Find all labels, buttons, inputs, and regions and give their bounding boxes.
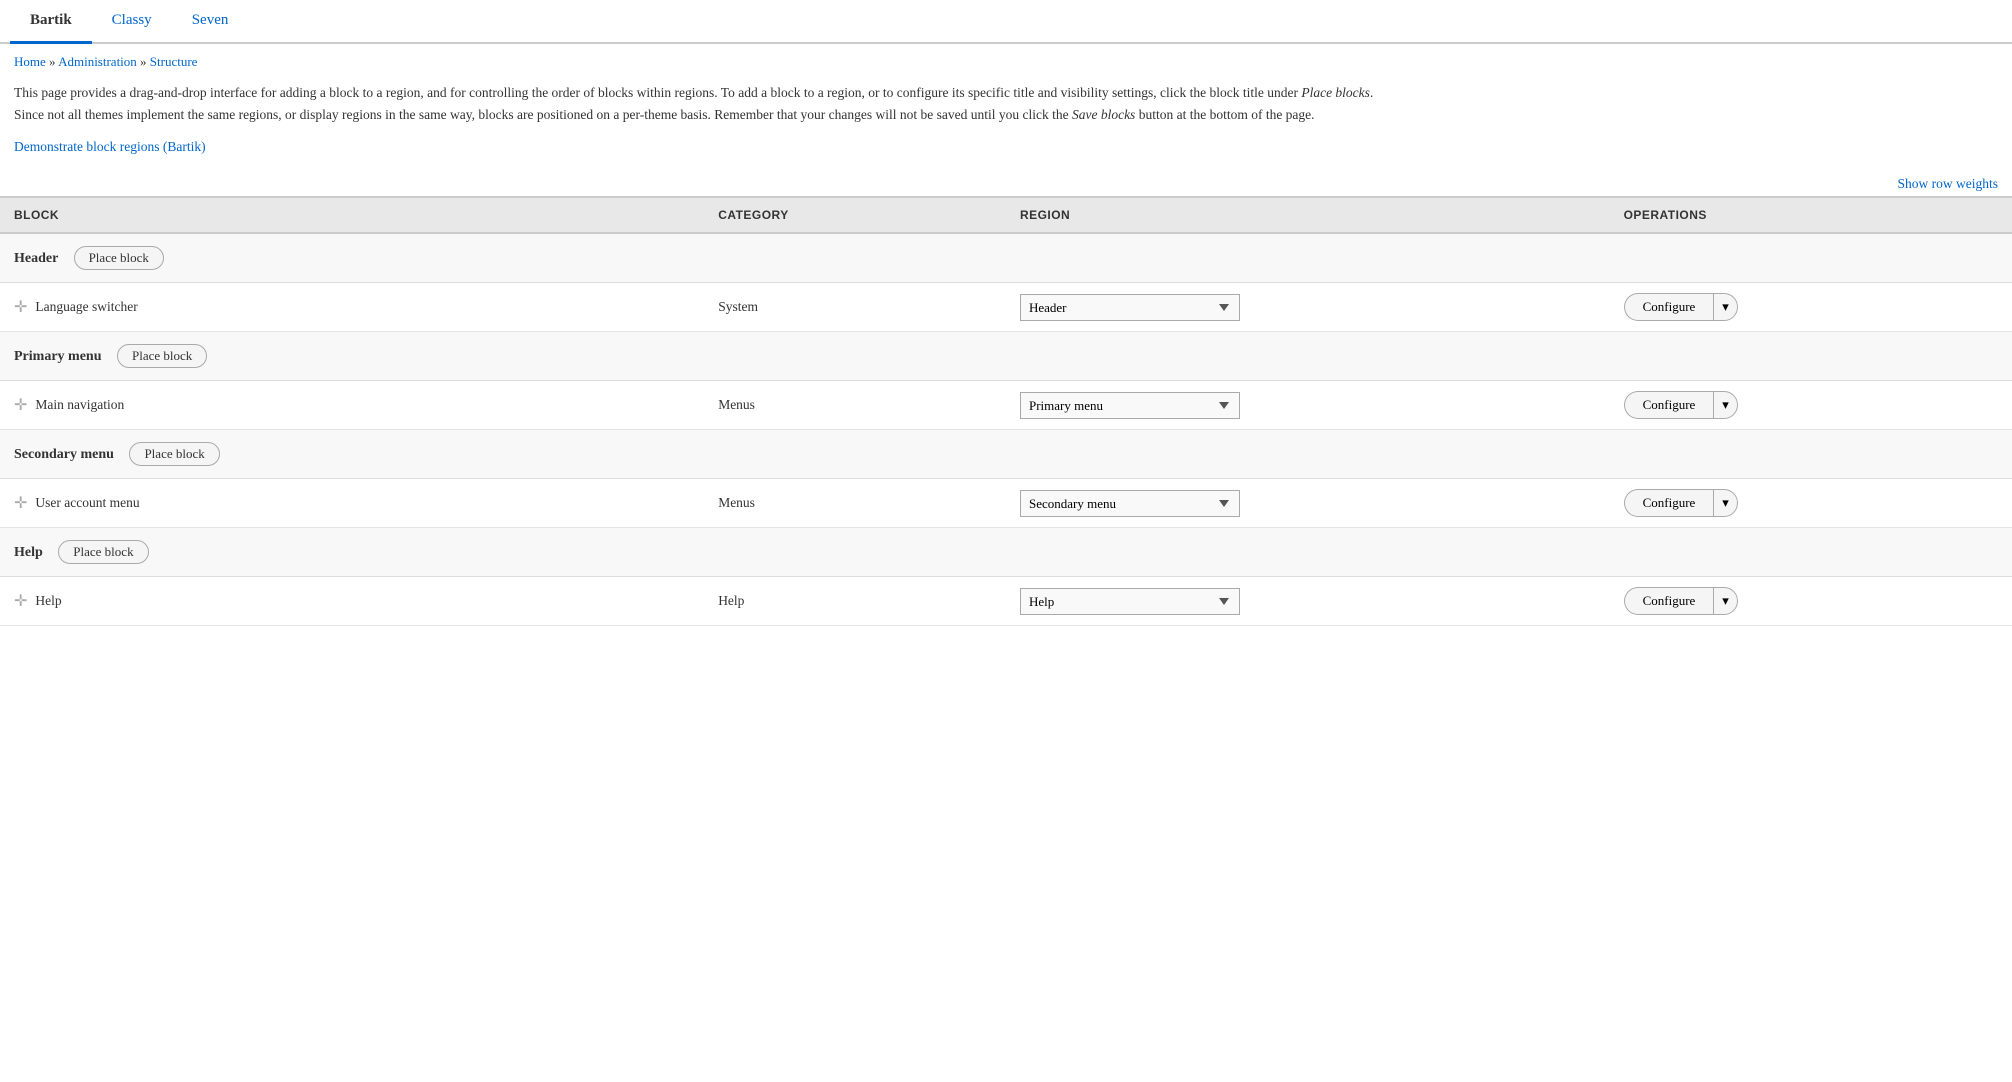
block-operations-cell: Configure ▾ bbox=[1610, 283, 2012, 332]
table-row: ✛ Help Help - None -HeaderPrimary menuSe… bbox=[0, 577, 2012, 626]
block-category: Menus bbox=[704, 381, 1006, 430]
configure-button-header-0[interactable]: Configure bbox=[1624, 293, 1714, 321]
col-header-operations: Operations bbox=[1610, 197, 2012, 233]
region-label-secondary-menu: Secondary menu bbox=[14, 447, 114, 462]
tab-seven[interactable]: Seven bbox=[172, 0, 249, 44]
drag-handle[interactable]: ✛ bbox=[14, 591, 27, 611]
block-operations-cell: Configure ▾ bbox=[1610, 381, 2012, 430]
col-header-category: Category bbox=[704, 197, 1006, 233]
region-select-secondary-menu-0[interactable]: - None -HeaderPrimary menuSecondary menu… bbox=[1020, 490, 1240, 517]
breadcrumb-sep1: » bbox=[49, 54, 56, 69]
configure-dropdown-help-0[interactable]: ▾ bbox=[1713, 587, 1738, 615]
breadcrumb-admin[interactable]: Administration bbox=[58, 54, 137, 69]
show-row-weights-link[interactable]: Show row weights bbox=[1898, 176, 1999, 192]
place-block-btn-header[interactable]: Place block bbox=[74, 246, 164, 270]
region-select-header-0[interactable]: - None -HeaderPrimary menuSecondary menu… bbox=[1020, 294, 1240, 321]
table-row: ✛ User account menu Menus - None -Header… bbox=[0, 479, 2012, 528]
place-block-btn-primary-menu[interactable]: Place block bbox=[117, 344, 207, 368]
col-header-block: Block bbox=[0, 197, 704, 233]
block-region-cell: - None -HeaderPrimary menuSecondary menu… bbox=[1006, 577, 1610, 626]
block-name: Help bbox=[35, 593, 61, 609]
drag-handle[interactable]: ✛ bbox=[14, 493, 27, 513]
configure-button-help-0[interactable]: Configure bbox=[1624, 587, 1714, 615]
breadcrumb-home[interactable]: Home bbox=[14, 54, 46, 69]
block-name-cell: ✛ Help bbox=[0, 577, 704, 626]
block-region-cell: - None -HeaderPrimary menuSecondary menu… bbox=[1006, 479, 1610, 528]
region-label-primary-menu: Primary menu bbox=[14, 349, 101, 364]
place-block-btn-help[interactable]: Place block bbox=[58, 540, 148, 564]
region-label-header: Header bbox=[14, 251, 58, 266]
region-row-secondary-menu: Secondary menu Place block bbox=[0, 430, 2012, 479]
drag-handle[interactable]: ✛ bbox=[14, 395, 27, 415]
table-actions: Show row weights bbox=[0, 172, 2012, 196]
block-category: Menus bbox=[704, 479, 1006, 528]
configure-dropdown-primary-menu-0[interactable]: ▾ bbox=[1713, 391, 1738, 419]
table-header-row: Block Category Region Operations bbox=[0, 197, 2012, 233]
block-name: Language switcher bbox=[35, 299, 137, 315]
block-operations-cell: Configure ▾ bbox=[1610, 479, 2012, 528]
region-row-help: Help Place block bbox=[0, 528, 2012, 577]
configure-button-secondary-menu-0[interactable]: Configure bbox=[1624, 489, 1714, 517]
region-select-primary-menu-0[interactable]: - None -HeaderPrimary menuSecondary menu… bbox=[1020, 392, 1240, 419]
configure-dropdown-secondary-menu-0[interactable]: ▾ bbox=[1713, 489, 1738, 517]
breadcrumb-structure[interactable]: Structure bbox=[150, 54, 198, 69]
breadcrumb: Home » Administration » Structure bbox=[0, 44, 2012, 76]
blocks-table: Block Category Region Operations Header … bbox=[0, 196, 2012, 626]
tabs-bar: Bartik Classy Seven bbox=[0, 0, 2012, 44]
col-header-region: Region bbox=[1006, 197, 1610, 233]
tab-classy[interactable]: Classy bbox=[92, 0, 172, 44]
block-operations-cell: Configure ▾ bbox=[1610, 577, 2012, 626]
block-name: Main navigation bbox=[35, 397, 124, 413]
block-name-cell: ✛ Language switcher bbox=[0, 283, 704, 332]
block-region-cell: - None -HeaderPrimary menuSecondary menu… bbox=[1006, 381, 1610, 430]
drag-handle[interactable]: ✛ bbox=[14, 297, 27, 317]
region-select-help-0[interactable]: - None -HeaderPrimary menuSecondary menu… bbox=[1020, 588, 1240, 615]
page-description: This page provides a drag-and-drop inter… bbox=[0, 76, 1400, 139]
region-label-help: Help bbox=[14, 545, 43, 560]
block-category: System bbox=[704, 283, 1006, 332]
region-row-header: Header Place block bbox=[0, 233, 2012, 283]
demo-link-container: Demonstrate block regions (Bartik) bbox=[0, 139, 2012, 172]
block-category: Help bbox=[704, 577, 1006, 626]
configure-button-primary-menu-0[interactable]: Configure bbox=[1624, 391, 1714, 419]
configure-dropdown-header-0[interactable]: ▾ bbox=[1713, 293, 1738, 321]
block-region-cell: - None -HeaderPrimary menuSecondary menu… bbox=[1006, 283, 1610, 332]
table-row: ✛ Main navigation Menus - None -HeaderPr… bbox=[0, 381, 2012, 430]
breadcrumb-sep2: » bbox=[140, 54, 147, 69]
block-name-cell: ✛ User account menu bbox=[0, 479, 704, 528]
block-name-cell: ✛ Main navigation bbox=[0, 381, 704, 430]
tab-bartik[interactable]: Bartik bbox=[10, 0, 92, 44]
region-row-primary-menu: Primary menu Place block bbox=[0, 332, 2012, 381]
place-block-btn-secondary-menu[interactable]: Place block bbox=[129, 442, 219, 466]
block-name: User account menu bbox=[35, 495, 139, 511]
table-row: ✛ Language switcher System - None -Heade… bbox=[0, 283, 2012, 332]
demo-block-regions-link[interactable]: Demonstrate block regions (Bartik) bbox=[14, 139, 206, 154]
